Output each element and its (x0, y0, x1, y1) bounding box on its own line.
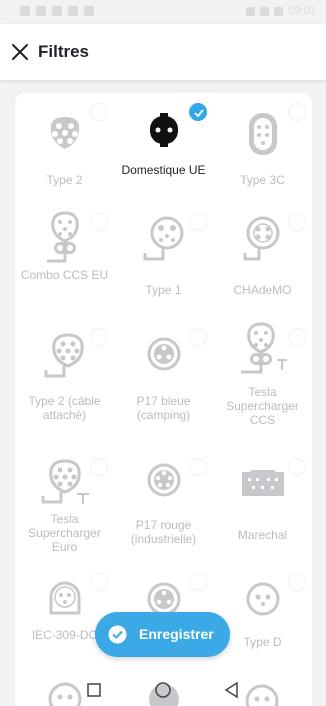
save-button-label: Enregistrer (139, 626, 214, 642)
checkbox[interactable] (189, 213, 207, 231)
type2-socket-icon (50, 117, 79, 149)
connector-label: Type 3C (240, 173, 285, 187)
type-d-socket-icon (246, 582, 279, 616)
checkbox[interactable] (189, 573, 207, 591)
connector-label: Domestique UE (121, 163, 206, 177)
checkbox[interactable] (90, 103, 108, 121)
connector-combo-ccs-eu[interactable]: Combo CCS EU (15, 203, 114, 323)
check-circle-icon (108, 625, 127, 644)
checkbox[interactable] (90, 458, 108, 476)
type2-tethered-icon (44, 333, 84, 378)
connector-label: Type 2 (46, 173, 83, 187)
connector-label: Type 2 (câble attaché) (28, 394, 101, 422)
checkmark-icon (194, 109, 204, 118)
wifi-icon (260, 6, 270, 16)
checkbox[interactable] (288, 213, 306, 231)
p17-red-icon (147, 463, 180, 497)
connector-label: P17 rouge (industrielle) (130, 518, 197, 546)
save-button[interactable]: Enregistrer (95, 612, 230, 657)
connector-tesla-ccs[interactable]: Tesla Supercharger CCS (213, 318, 312, 438)
status-bar: 09:01 (0, 0, 326, 24)
type1-plug-icon (143, 216, 183, 261)
connector-type-3c[interactable]: Type 3C (213, 93, 312, 213)
back-icon[interactable] (222, 680, 242, 700)
checkbox[interactable] (288, 103, 306, 121)
system-nav-bar (0, 674, 326, 706)
notification-icon (52, 6, 62, 16)
connector-label: Combo CCS EU (20, 268, 109, 282)
chademo-plug-icon (243, 216, 279, 261)
notification-icon (36, 6, 46, 16)
connector-type-2[interactable]: Type 2 (15, 93, 114, 213)
connector-label: Tesla Supercharger Euro (28, 512, 101, 554)
notification-icon (68, 6, 78, 16)
connector-type-d[interactable]: Type D (213, 563, 312, 683)
recents-icon[interactable] (84, 680, 104, 700)
connector-label: Marechal (237, 528, 288, 542)
home-icon[interactable] (153, 680, 173, 700)
page-title: Filtres (38, 42, 90, 61)
close-icon[interactable] (10, 42, 30, 62)
connector-type-1[interactable]: Type 1 (114, 203, 213, 323)
notification-icon (20, 6, 30, 16)
connector-label: P17 bleue (camping) (136, 394, 191, 422)
system-icons: 09:01 (246, 5, 316, 17)
checkbox[interactable] (90, 573, 108, 591)
p17-blue-icon (147, 337, 180, 371)
ccs-combo-eu-icon (46, 211, 79, 263)
bluetooth-icon (246, 6, 256, 16)
marechal-socket-icon (241, 470, 284, 496)
checkbox[interactable] (189, 328, 207, 346)
checkbox[interactable] (189, 458, 207, 476)
connector-chademo[interactable]: CHAdeMO (213, 203, 312, 323)
status-time: 09:01 (288, 5, 316, 17)
checkbox-checked[interactable] (189, 103, 207, 121)
checkbox[interactable] (288, 328, 306, 346)
notification-icons (20, 6, 94, 16)
connector-type-2-tethered[interactable]: Type 2 (câble attaché) (15, 318, 114, 438)
connector-label: Type 1 (145, 283, 182, 297)
connector-p17-bleue[interactable]: P17 bleue (camping) (114, 318, 213, 438)
connector-marechal[interactable]: Marechal (213, 448, 312, 568)
tesla-euro-icon (41, 459, 89, 504)
checkbox[interactable] (90, 328, 108, 346)
battery-icon (274, 6, 284, 16)
checkbox[interactable] (90, 213, 108, 231)
type3c-socket-icon (248, 113, 277, 155)
schuko-plug-icon (149, 113, 178, 147)
notification-icon (84, 6, 94, 16)
connector-p17-rouge[interactable]: P17 rouge (industrielle) (114, 448, 213, 568)
connector-domestique-ue[interactable]: Domestique UE (114, 93, 213, 213)
connector-label: CHAdeMO (233, 283, 292, 297)
checkbox[interactable] (288, 573, 306, 591)
iec-309-dc-icon (49, 581, 80, 615)
app-bar: Filtres (0, 24, 326, 80)
connector-label: Tesla Supercharger CCS (226, 385, 299, 427)
checkbox[interactable] (288, 458, 306, 476)
connector-tesla-euro[interactable]: Tesla Supercharger Euro (15, 448, 114, 568)
tesla-ccs-icon (240, 322, 287, 374)
